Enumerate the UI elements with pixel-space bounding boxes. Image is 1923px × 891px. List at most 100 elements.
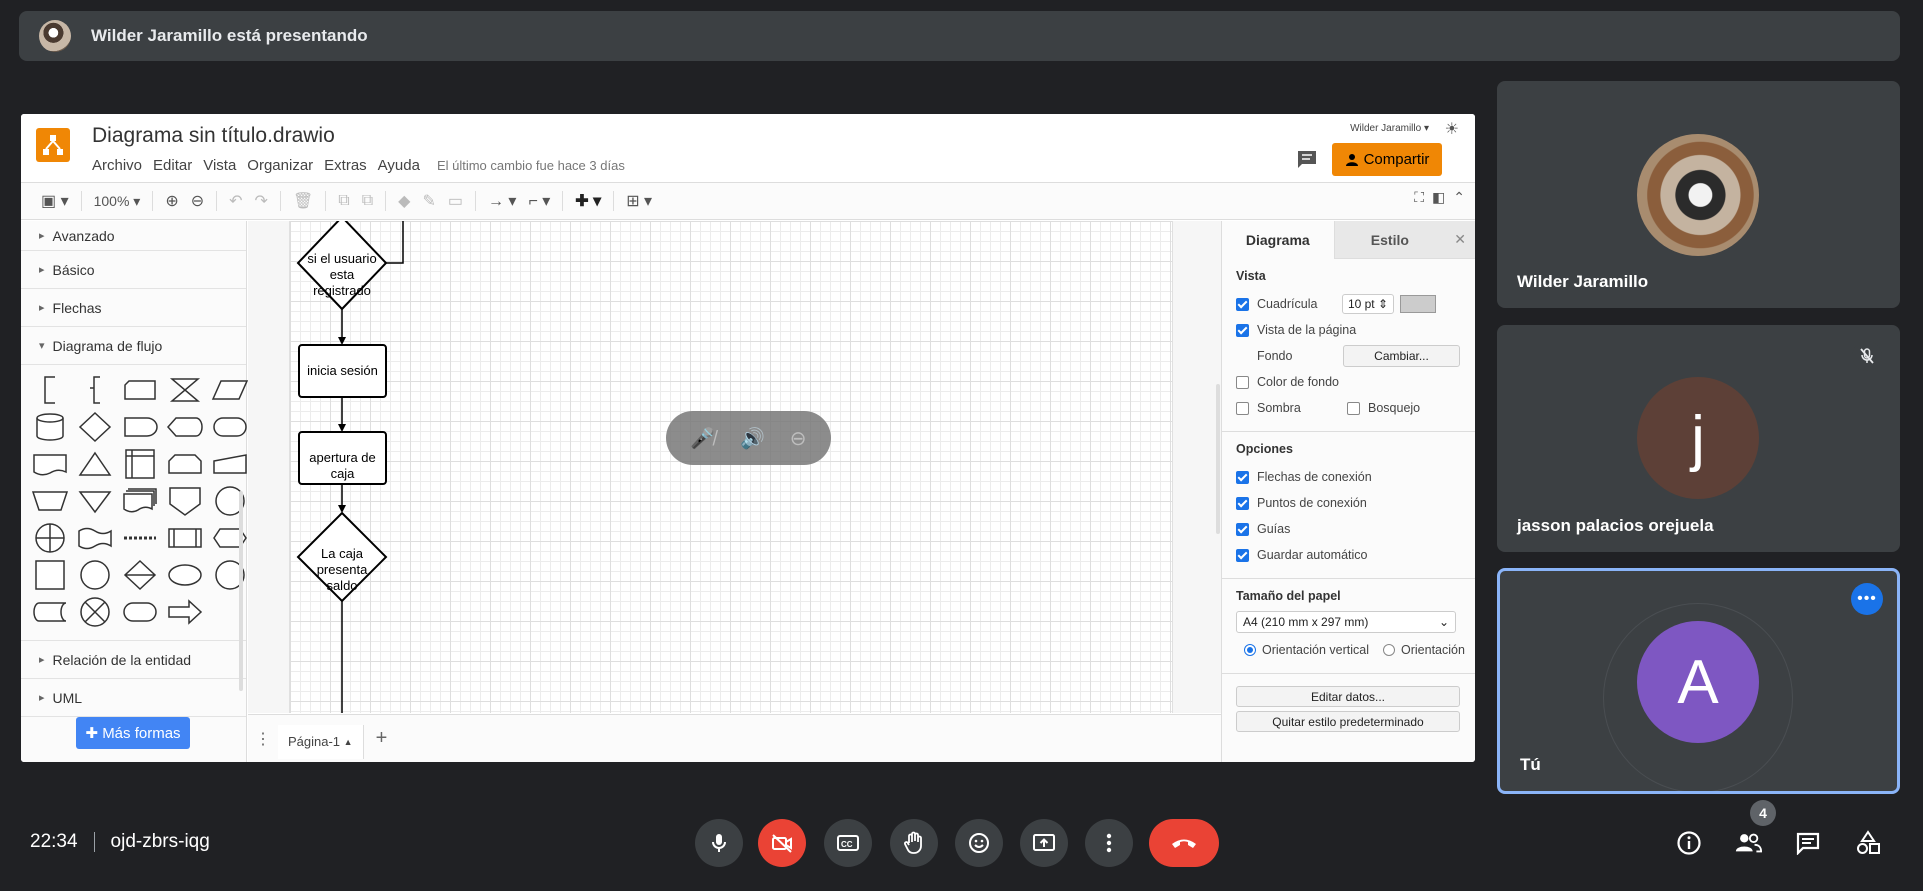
leave-call-button[interactable] bbox=[1149, 819, 1219, 867]
shape-connector[interactable] bbox=[76, 558, 114, 592]
shape-multi-document[interactable] bbox=[121, 484, 159, 518]
menu-extras[interactable]: Extras bbox=[324, 157, 367, 174]
redo-icon[interactable]: ↷ bbox=[249, 187, 274, 215]
more-options-meeting-button[interactable] bbox=[1085, 819, 1133, 867]
shape-display[interactable] bbox=[166, 410, 204, 444]
menu-file[interactable]: Archivo bbox=[92, 157, 142, 174]
shape-annotation-2[interactable] bbox=[76, 373, 114, 407]
section-arrows[interactable]: Flechas bbox=[21, 289, 246, 327]
present-button[interactable] bbox=[1020, 819, 1068, 867]
shape-data[interactable] bbox=[211, 373, 249, 407]
shape-manual-operation[interactable] bbox=[31, 484, 69, 518]
guides-checkbox[interactable] bbox=[1236, 522, 1249, 536]
zoom-select[interactable]: 100% ▾ bbox=[88, 187, 147, 215]
shape-database[interactable] bbox=[31, 410, 69, 444]
table-icon[interactable]: ⊞ ▾ bbox=[620, 187, 658, 215]
reactions-button[interactable] bbox=[955, 819, 1003, 867]
paper-size-select[interactable]: A4 (210 mm x 297 mm) ⌄ bbox=[1236, 611, 1456, 633]
shape-arrow[interactable] bbox=[166, 595, 204, 629]
shape-terminator[interactable] bbox=[211, 410, 249, 444]
section-flowchart[interactable]: Diagrama de flujo bbox=[21, 327, 246, 365]
shape-process[interactable] bbox=[31, 558, 69, 592]
drawio-user[interactable]: Wilder Jaramillo ▾ bbox=[1350, 123, 1429, 134]
drawio-logo[interactable] bbox=[36, 128, 70, 162]
page-view-checkbox[interactable] bbox=[1236, 323, 1249, 337]
edit-data-button[interactable]: Editar datos... bbox=[1236, 686, 1460, 707]
chat-icon[interactable] bbox=[1794, 829, 1822, 857]
people-icon[interactable] bbox=[1734, 829, 1762, 857]
diagram-canvas[interactable]: si el usuario esta registrado inicia ses… bbox=[248, 221, 1221, 713]
section-advanced[interactable]: Avanzado bbox=[21, 221, 246, 251]
autosave-checkbox[interactable] bbox=[1236, 548, 1249, 562]
clear-style-button[interactable]: Quitar estilo predeterminado bbox=[1236, 711, 1460, 732]
node-label-4[interactable]: La caja presenta saldo bbox=[302, 546, 382, 594]
meeting-details-icon[interactable] bbox=[1675, 829, 1703, 857]
grid-color-swatch[interactable] bbox=[1400, 295, 1436, 313]
page-tab-1[interactable]: Página-1 ▲ bbox=[278, 724, 364, 759]
shadow-icon[interactable]: ▭ bbox=[442, 187, 469, 215]
node-label-1[interactable]: si el usuario esta registrado bbox=[302, 251, 382, 299]
node-label-2[interactable]: inicia sesión bbox=[299, 363, 386, 379]
raise-hand-button[interactable] bbox=[890, 819, 938, 867]
connection-icon[interactable]: → ▾ bbox=[482, 187, 522, 215]
theme-icon[interactable]: ☀ bbox=[1445, 119, 1459, 139]
node-label-3[interactable]: apertura de caja bbox=[299, 450, 386, 482]
section-entity-relation[interactable]: Relación de la entidad bbox=[21, 641, 246, 679]
shape-or-circle[interactable] bbox=[76, 595, 114, 629]
section-basic[interactable]: Básico bbox=[21, 251, 246, 289]
shape-terminal[interactable] bbox=[121, 595, 159, 629]
fullscreen-icon[interactable]: ⛶ bbox=[1414, 189, 1424, 206]
menu-edit[interactable]: Editar bbox=[153, 157, 192, 174]
shape-sort[interactable] bbox=[121, 558, 159, 592]
shape-delay[interactable] bbox=[121, 410, 159, 444]
close-icon[interactable]: ✕ bbox=[1445, 221, 1475, 259]
line-color-icon[interactable]: ✎ bbox=[416, 187, 441, 215]
more-shapes-button[interactable]: ✚ Más formas bbox=[76, 717, 190, 749]
activities-icon[interactable] bbox=[1854, 829, 1882, 857]
grid-checkbox[interactable] bbox=[1236, 297, 1249, 311]
connection-points-checkbox[interactable] bbox=[1236, 496, 1249, 510]
shape-merge[interactable] bbox=[76, 484, 114, 518]
menu-help[interactable]: Ayuda bbox=[378, 157, 420, 174]
volume-icon[interactable]: 🔊 bbox=[740, 426, 765, 451]
undo-icon[interactable]: ↶ bbox=[223, 187, 248, 215]
shape-card[interactable] bbox=[121, 373, 159, 407]
participant-tile-1[interactable]: Wilder Jaramillo bbox=[1497, 81, 1900, 308]
participant-tile-2[interactable]: j jasson palacios orejuela bbox=[1497, 325, 1900, 552]
shape-manual-input[interactable] bbox=[211, 447, 249, 481]
document-title[interactable]: Diagrama sin título.drawio bbox=[92, 124, 335, 148]
shape-annotation[interactable] bbox=[31, 373, 69, 407]
menu-arrange[interactable]: Organizar bbox=[247, 157, 313, 174]
to-front-icon[interactable]: ⧉ bbox=[332, 187, 355, 215]
menu-view[interactable]: Vista bbox=[203, 157, 236, 174]
connection-arrows-checkbox[interactable] bbox=[1236, 470, 1249, 484]
remove-icon[interactable]: ⊖ bbox=[790, 426, 807, 451]
shape-loop-limit[interactable] bbox=[166, 447, 204, 481]
insert-icon[interactable]: ✚ ▾ bbox=[569, 187, 607, 215]
format-panel-icon[interactable]: ◧ bbox=[1432, 189, 1445, 206]
camera-button[interactable] bbox=[758, 819, 806, 867]
shape-off-page[interactable] bbox=[166, 484, 204, 518]
grid-size-input[interactable]: 10 pt ⇕ bbox=[1342, 294, 1394, 314]
shape-circle[interactable] bbox=[211, 558, 249, 592]
delete-icon[interactable]: 🗑 bbox=[287, 187, 319, 215]
shadow-checkbox[interactable] bbox=[1236, 401, 1249, 415]
last-change-text[interactable]: El último cambio fue hace 3 días bbox=[437, 158, 625, 174]
portrait-radio[interactable] bbox=[1244, 644, 1256, 656]
mic-button[interactable] bbox=[695, 819, 743, 867]
fill-color-icon[interactable]: ◆ bbox=[392, 187, 416, 215]
to-back-icon[interactable]: ⧉ bbox=[356, 187, 379, 215]
shape-dashed[interactable] bbox=[121, 521, 159, 555]
shape-paper-tape[interactable] bbox=[76, 521, 114, 555]
section-uml[interactable]: UML bbox=[21, 679, 246, 717]
shape-internal-storage[interactable] bbox=[121, 447, 159, 481]
more-options-button[interactable]: ••• bbox=[1851, 583, 1883, 615]
zoom-in-icon[interactable]: ⊕ bbox=[159, 187, 184, 215]
bg-color-checkbox[interactable] bbox=[1236, 375, 1249, 389]
sketch-checkbox[interactable] bbox=[1347, 401, 1360, 415]
landscape-radio[interactable] bbox=[1383, 644, 1395, 656]
tab-diagram[interactable]: Diagrama bbox=[1222, 221, 1334, 259]
shape-or[interactable] bbox=[211, 484, 249, 518]
zoom-out-icon[interactable]: ⊖ bbox=[185, 187, 210, 215]
captions-button[interactable]: CC bbox=[824, 819, 872, 867]
